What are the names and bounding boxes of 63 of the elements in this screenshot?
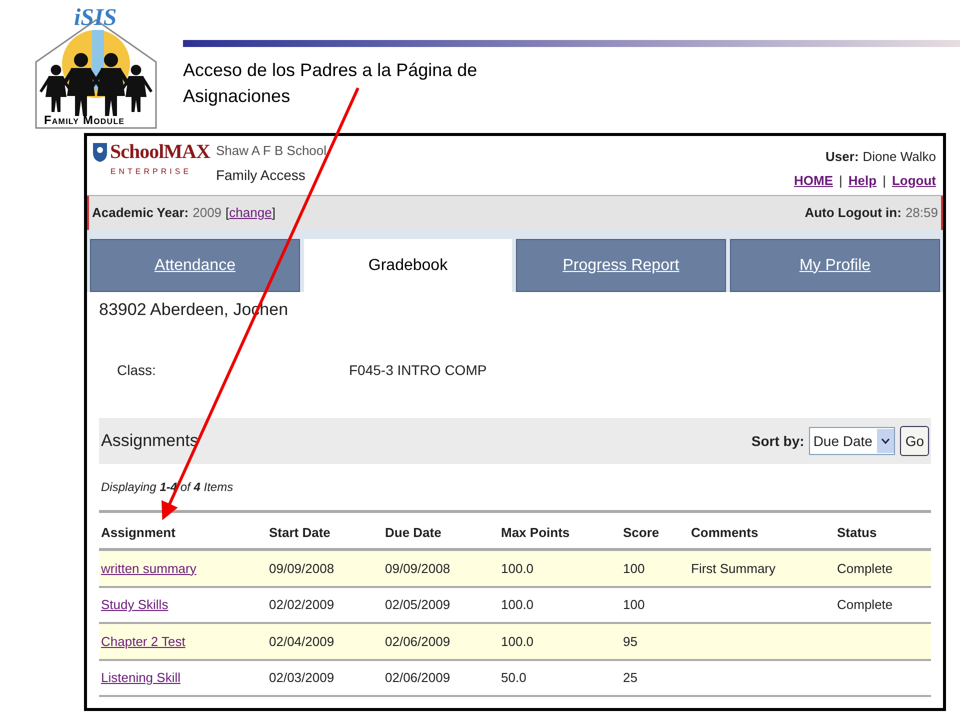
table-cell: 100 xyxy=(623,560,645,576)
table-cell: 95 xyxy=(623,634,638,648)
table-cell: 02/05/2009 xyxy=(385,597,450,612)
table-cell: 100.0 xyxy=(501,597,534,612)
slide-title: Acceso de los Padres a la Página de Asignaciones xyxy=(183,59,478,108)
table-cell: 100.0 xyxy=(501,634,534,648)
chevron-down-icon xyxy=(877,429,894,453)
nav-link[interactable]: Help xyxy=(848,170,877,190)
tab[interactable]: My Profile xyxy=(730,239,940,292)
table-cell: 02/06/2009 xyxy=(385,634,450,648)
assignment-link[interactable]: Chapter 2 Test xyxy=(101,634,186,648)
column-header: Status xyxy=(837,524,878,542)
column-header: Start Date xyxy=(269,524,332,542)
column-header: Max Points xyxy=(501,524,571,542)
table-cell: Complete xyxy=(837,597,893,612)
logo-caption: Family Module xyxy=(44,114,125,126)
assignment-link[interactable]: Listening Skill xyxy=(101,670,180,685)
tab[interactable]: Attendance xyxy=(90,239,300,292)
link-separator: | xyxy=(839,172,842,190)
table-cell: Complete xyxy=(837,560,893,576)
table-cell: 09/09/2008 xyxy=(269,560,334,576)
year-label: Academic Year: xyxy=(92,204,189,222)
change-link[interactable]: change xyxy=(229,203,272,223)
nav-link[interactable]: Logout xyxy=(892,170,936,190)
user-name: Dione Walko xyxy=(862,148,936,166)
user-label: User: xyxy=(826,148,859,166)
tab[interactable]: Progress Report xyxy=(516,239,726,292)
table-cell: 09/09/2008 xyxy=(385,560,450,576)
sort-label: Sort by: xyxy=(751,432,804,451)
table-cell: 25 xyxy=(623,670,638,685)
class-value: F045-3 INTRO COMP xyxy=(349,361,487,380)
tab[interactable]: Gradebook xyxy=(304,239,512,292)
table-cell: 50.0 xyxy=(501,670,526,685)
go-button[interactable]: Go xyxy=(900,426,929,456)
table-cell: 100.0 xyxy=(501,560,534,576)
table-cell: 100 xyxy=(623,597,645,612)
class-label: Class: xyxy=(117,361,157,380)
year-value: 2009 xyxy=(192,204,222,222)
table-cell: 02/03/2009 xyxy=(269,670,334,685)
section-title: Assignments xyxy=(101,430,198,452)
logout-timer: 28:59 xyxy=(905,204,938,222)
school-name: Shaw A F B School xyxy=(216,142,327,160)
logout-label: Auto Logout in: xyxy=(804,204,902,222)
shield-icon xyxy=(92,141,108,163)
brand-subtitle: ENTERPRISE xyxy=(110,166,192,178)
bracket: [ xyxy=(226,204,230,222)
logo-mark: iSIS xyxy=(74,6,117,30)
portal-name: Family Access xyxy=(216,166,306,185)
column-header: Due Date xyxy=(385,524,442,542)
column-header: Comments xyxy=(691,524,760,542)
nav-link[interactable]: HOME xyxy=(794,170,833,190)
column-header: Score xyxy=(623,524,660,542)
table-cell: 02/06/2009 xyxy=(385,670,450,685)
link-separator: | xyxy=(882,172,886,190)
table-cell: 02/02/2009 xyxy=(269,597,334,612)
assignment-link[interactable]: written summary xyxy=(101,560,196,576)
brand-name: SchoolMAX xyxy=(110,142,210,162)
table-cell: First Summary xyxy=(691,560,776,576)
sort-select[interactable]: Due Date xyxy=(809,427,896,455)
table-cell: 02/04/2009 xyxy=(269,634,334,648)
bracket: ] xyxy=(272,204,276,222)
column-header: Assignment xyxy=(101,524,176,542)
assignment-link[interactable]: Study Skills xyxy=(101,597,168,612)
